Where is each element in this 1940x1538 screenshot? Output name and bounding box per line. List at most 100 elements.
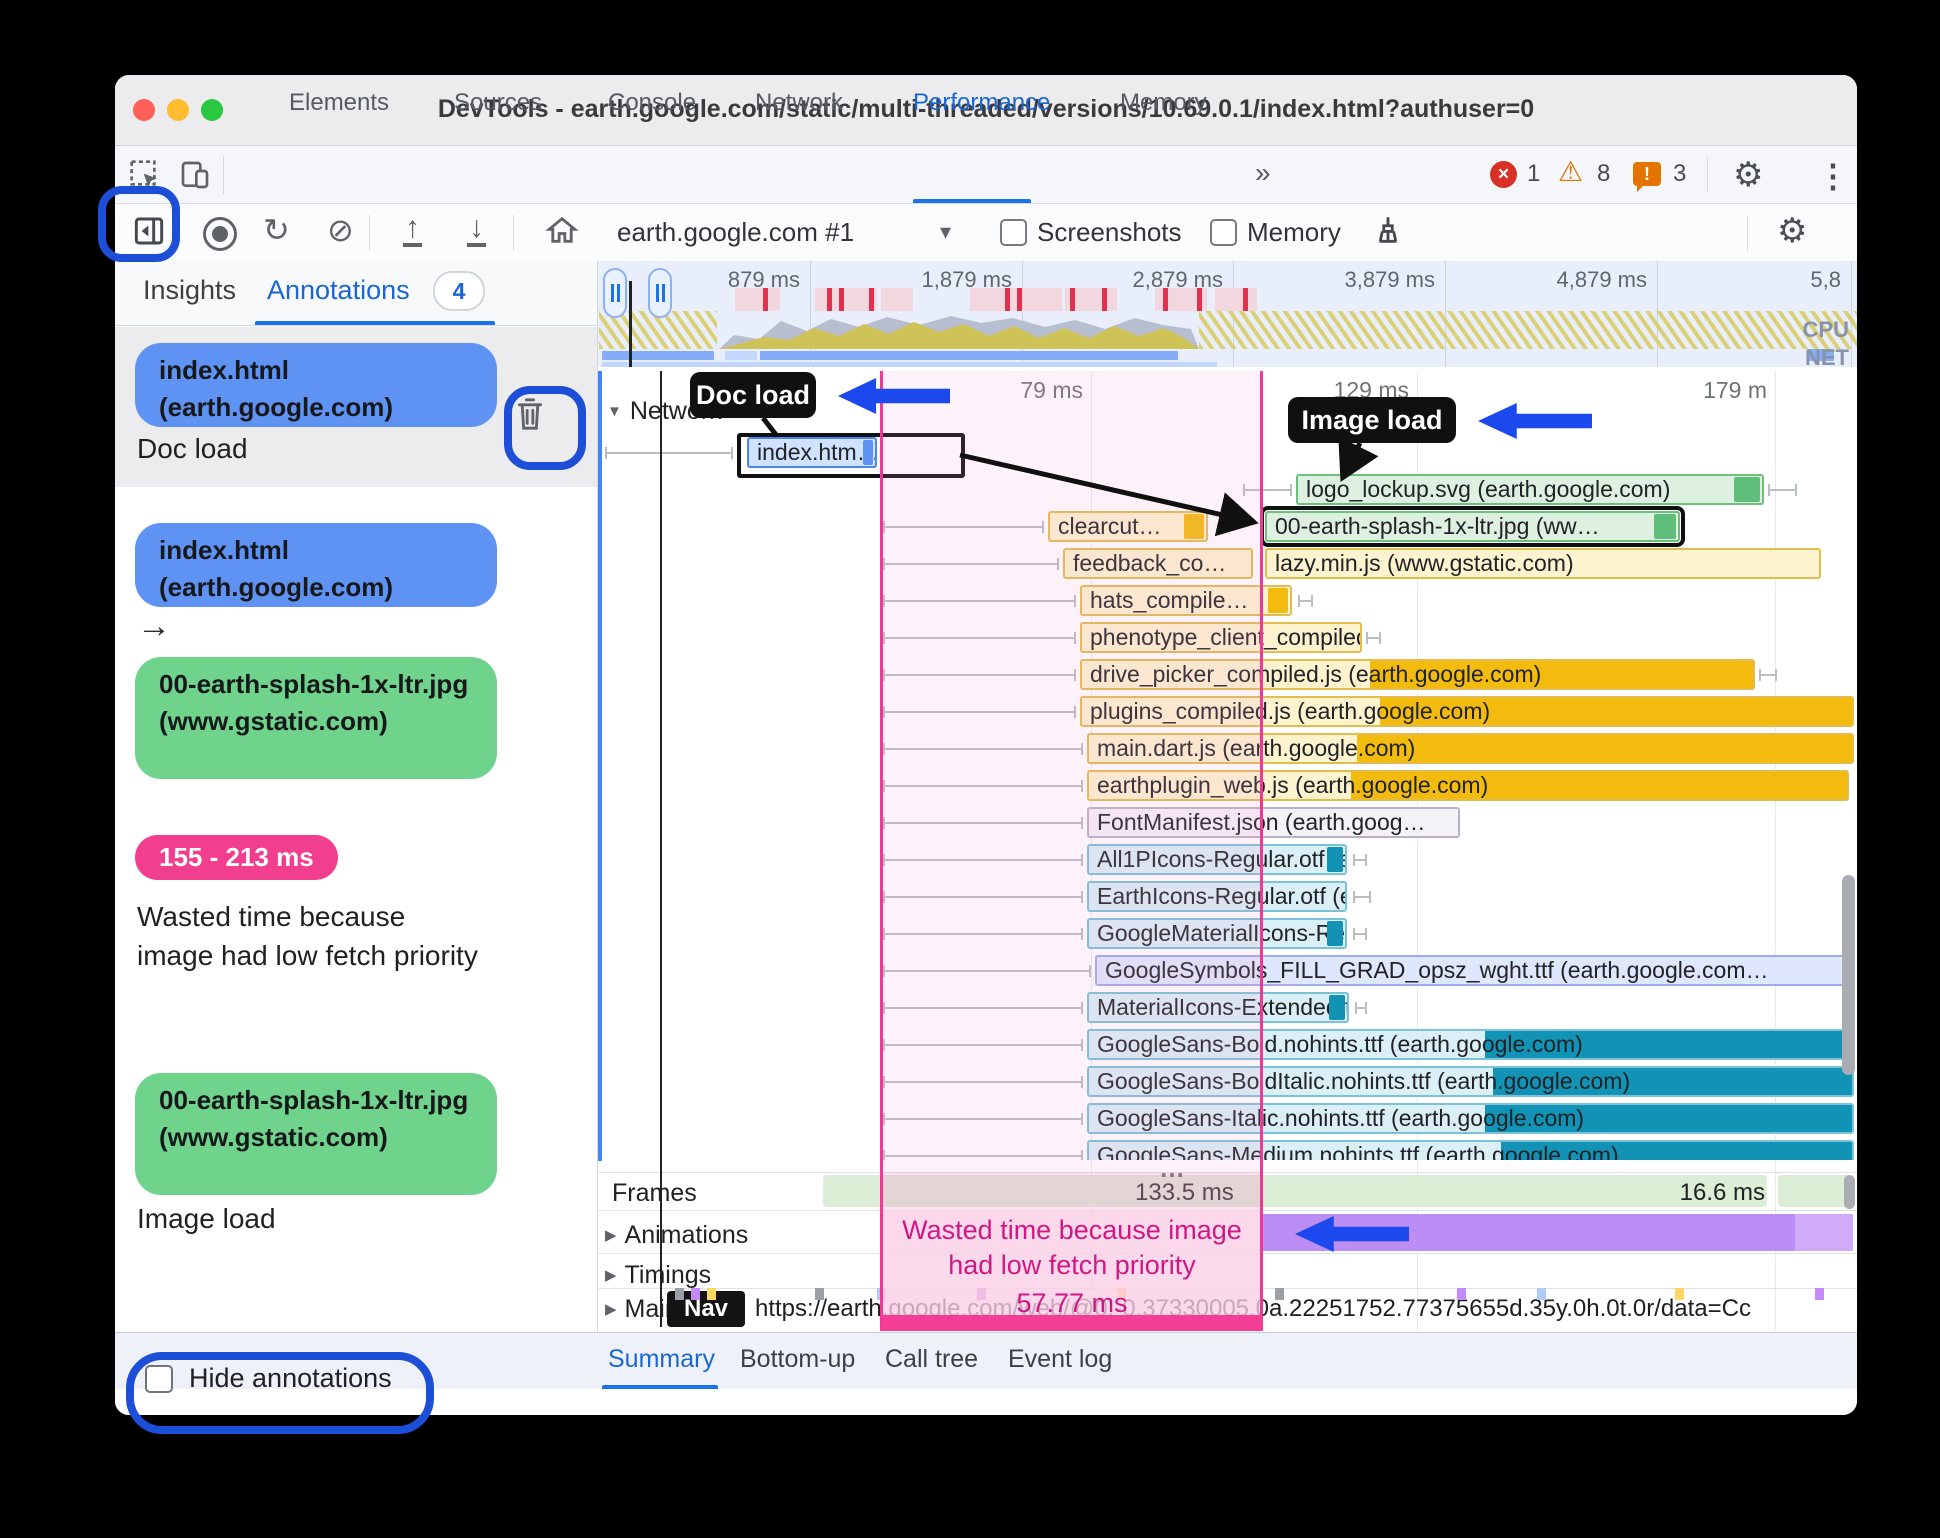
reload-and-record-icon[interactable]: ↻ bbox=[263, 213, 290, 247]
clear-icon[interactable]: ⊘ bbox=[327, 213, 354, 247]
main-track-marker bbox=[1675, 1288, 1684, 1300]
main-track-marker bbox=[1815, 1288, 1824, 1300]
network-request-bar[interactable]: logo_lockup.svg (earth.google.com) bbox=[1296, 474, 1764, 505]
tab-summary[interactable]: Summary bbox=[608, 1345, 715, 1374]
annotation-chip[interactable]: 00-earth-splash-1x-ltr.jpg (www.gstatic.… bbox=[135, 657, 497, 779]
network-request-bar[interactable]: GoogleSymbols_FILL_GRAD_opsz_wght.ttf (e… bbox=[1095, 955, 1854, 986]
waterfall-scrollbar[interactable] bbox=[1842, 875, 1855, 1075]
divider bbox=[1707, 157, 1708, 193]
error-badge-icon[interactable]: × bbox=[1490, 161, 1517, 188]
request-label: All1PIcons-Regular.otf (earth.… bbox=[1097, 846, 1345, 872]
request-whisker bbox=[883, 521, 1044, 533]
animations-track-label[interactable]: ▶ Animations bbox=[605, 1221, 748, 1250]
network-request-bar[interactable]: phenotype_client_compiled.j… bbox=[1080, 622, 1362, 653]
network-request-bar[interactable]: GoogleMaterialIcons-Regular.… bbox=[1087, 918, 1347, 949]
tab-console[interactable]: Console bbox=[608, 89, 696, 117]
request-whisker bbox=[1759, 669, 1777, 681]
collect-garbage-icon[interactable] bbox=[1371, 213, 1405, 252]
request-label: GoogleSans-Bold.nohints.ttf (earth.googl… bbox=[1097, 1031, 1583, 1057]
request-whisker bbox=[883, 669, 1076, 681]
network-request-bar[interactable]: GoogleSans-Bold.nohints.ttf (earth.googl… bbox=[1087, 1029, 1854, 1060]
frames-track-label[interactable]: Frames bbox=[612, 1179, 697, 1208]
request-whisker bbox=[1355, 1002, 1367, 1014]
network-request-bar[interactable]: GoogleSans-BoldItalic.nohints.ttf (earth… bbox=[1087, 1066, 1854, 1097]
main-track-marker bbox=[675, 1288, 684, 1300]
settings-gear-icon[interactable]: ⚙ bbox=[1733, 155, 1763, 195]
tab-performance[interactable]: Performance bbox=[913, 89, 1050, 117]
target-selector[interactable]: earth.google.com #1 bbox=[617, 217, 854, 248]
annotation-chip[interactable]: index.html (earth.google.com) bbox=[135, 523, 497, 607]
frames-scrollbar[interactable] bbox=[1844, 1175, 1855, 1209]
network-request-bar[interactable]: FontManifest.json (earth.goog… bbox=[1087, 807, 1460, 838]
request-label: MaterialIcons-Extended.ttf (ea… bbox=[1097, 994, 1349, 1020]
record-icon[interactable] bbox=[203, 217, 237, 251]
request-end-cap bbox=[863, 440, 873, 465]
annotation-label[interactable]: Image load bbox=[137, 1203, 276, 1235]
download-profile-icon[interactable]: ↓ bbox=[467, 213, 486, 247]
error-count[interactable]: 1 bbox=[1527, 160, 1540, 188]
tab-annotations[interactable]: Annotations bbox=[267, 275, 410, 306]
network-request-bar[interactable]: EarthIcons-Regular.otf (earth.… bbox=[1087, 881, 1347, 912]
network-waterfall[interactable]: index.htm… logo_lockup.svg (earth.google.… bbox=[598, 367, 1857, 1160]
network-request-bar[interactable]: drive_picker_compiled.js (earth.google.c… bbox=[1080, 659, 1755, 690]
tab-bottom-up[interactable]: Bottom-up bbox=[740, 1345, 855, 1374]
wasted-time-range-bar bbox=[882, 1315, 1262, 1331]
screenshots-checkbox[interactable] bbox=[1000, 219, 1027, 246]
timings-track-label[interactable]: ▶ Timings bbox=[605, 1261, 711, 1290]
devtools-tab-bar bbox=[115, 146, 1857, 204]
device-toolbar-icon[interactable] bbox=[179, 159, 211, 196]
network-request-bar[interactable]: clearcut… bbox=[1048, 511, 1208, 542]
long-task-tick bbox=[1070, 288, 1075, 311]
main-track-marker bbox=[1275, 1288, 1284, 1300]
time-range-badge[interactable]: 155 - 213 ms bbox=[135, 835, 338, 880]
tab-network[interactable]: Network bbox=[755, 89, 843, 117]
network-request-bar[interactable]: 00-earth-splash-1x-ltr.jpg (ww… bbox=[1260, 506, 1685, 547]
more-tabs-icon[interactable]: » bbox=[1255, 157, 1271, 189]
warning-count[interactable]: 8 bbox=[1597, 160, 1610, 188]
home-icon[interactable] bbox=[545, 213, 579, 252]
active-tab-underline bbox=[913, 199, 1031, 203]
network-request-bar[interactable]: All1PIcons-Regular.otf (earth.… bbox=[1087, 844, 1347, 875]
tab-call-tree[interactable]: Call tree bbox=[885, 1345, 978, 1374]
tab-sources[interactable]: Sources bbox=[454, 89, 542, 117]
network-request-bar[interactable]: MaterialIcons-Extended.ttf (ea… bbox=[1087, 992, 1349, 1023]
window-right-handle[interactable] bbox=[648, 268, 672, 318]
network-request-bar[interactable]: earthplugin_web.js (earth.google.com) bbox=[1087, 770, 1849, 801]
screenshot-strip-segment bbox=[815, 288, 877, 311]
network-request-bar[interactable]: feedback_co… bbox=[1063, 548, 1253, 579]
annotation-note-text[interactable]: Wasted time because image had low fetch … bbox=[137, 897, 487, 975]
wasted-time-text-line1: Wasted time because image bbox=[902, 1215, 1242, 1245]
more-rows-ellipsis[interactable]: … bbox=[1159, 1153, 1188, 1184]
kebab-menu-icon[interactable]: ⋮ bbox=[1817, 157, 1849, 195]
animation-bar[interactable] bbox=[1795, 1214, 1853, 1251]
network-request-bar[interactable]: GoogleSans-Italic.nohints.ttf (earth.goo… bbox=[1087, 1103, 1854, 1134]
cpu-track-label: CPU bbox=[1802, 317, 1849, 342]
divider bbox=[598, 1210, 1857, 1211]
memory-checkbox[interactable] bbox=[1210, 219, 1237, 246]
annotation-chip[interactable]: index.html (earth.google.com) bbox=[135, 343, 497, 427]
frame-bar[interactable] bbox=[823, 1175, 1767, 1207]
network-request-bar[interactable]: index.htm… bbox=[747, 437, 877, 468]
tab-memory[interactable]: Memory bbox=[1120, 89, 1207, 117]
tab-insights[interactable]: Insights bbox=[143, 275, 236, 306]
network-request-bar[interactable]: GoogleSans-Medium.nohints.ttf (earth.goo… bbox=[1087, 1140, 1854, 1160]
network-request-bar[interactable]: plugins_compiled.js (earth.google.com) bbox=[1080, 696, 1854, 727]
network-request-bar[interactable]: main.dart.js (earth.google.com) bbox=[1087, 733, 1854, 764]
annotation-chip[interactable]: 00-earth-splash-1x-ltr.jpg (www.gstatic.… bbox=[135, 1073, 497, 1195]
capture-settings-gear-icon[interactable]: ⚙ bbox=[1777, 211, 1807, 251]
image-load-annotation-chip[interactable]: Image load bbox=[1288, 397, 1456, 443]
long-task-tick bbox=[1017, 288, 1022, 311]
tab-elements[interactable]: Elements bbox=[289, 89, 389, 117]
annotation-label[interactable]: Doc load bbox=[137, 433, 248, 465]
chevron-down-icon[interactable]: ▾ bbox=[940, 219, 951, 245]
long-task-tick bbox=[1005, 288, 1010, 311]
issues-count[interactable]: 3 bbox=[1673, 160, 1686, 188]
issues-badge-icon[interactable]: ! bbox=[1633, 162, 1661, 192]
doc-load-annotation-chip[interactable]: Doc load bbox=[690, 372, 816, 418]
warning-badge-icon[interactable]: ⚠ bbox=[1558, 155, 1583, 188]
upload-profile-icon[interactable]: ↑ bbox=[403, 213, 422, 247]
frame-bar[interactable] bbox=[1778, 1175, 1853, 1207]
tab-event-log[interactable]: Event log bbox=[1008, 1345, 1112, 1374]
window-left-handle[interactable] bbox=[603, 268, 627, 318]
network-request-bar[interactable]: lazy.min.js (www.gstatic.com) bbox=[1265, 548, 1821, 579]
